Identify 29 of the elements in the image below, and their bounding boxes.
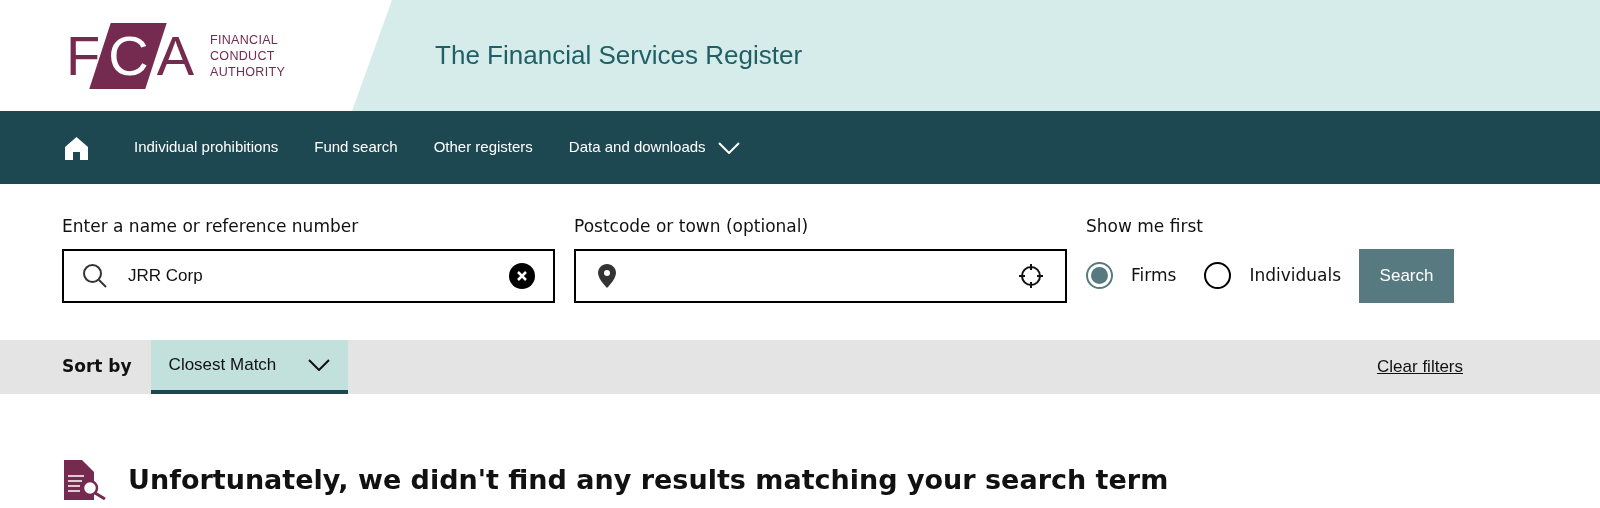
location-field[interactable] bbox=[574, 248, 1067, 303]
logo[interactable]: FCA FINANCIAL CONDUCT AUTHORITY bbox=[62, 22, 286, 89]
logo-wordmark: FINANCIAL CONDUCT AUTHORITY bbox=[210, 31, 286, 80]
nav-link[interactable]: Individual prohibitions bbox=[134, 136, 279, 159]
radio-button[interactable] bbox=[1086, 262, 1113, 289]
document-search-icon bbox=[64, 459, 108, 500]
radio-button[interactable] bbox=[1204, 262, 1232, 289]
clear-filters-link[interactable]: Clear filters bbox=[1377, 353, 1463, 380]
radio-option[interactable]: Individuals bbox=[1204, 262, 1342, 289]
radio-option[interactable]: Firms bbox=[1086, 262, 1177, 289]
home-icon[interactable] bbox=[64, 135, 89, 160]
field-label: Show me first bbox=[1086, 215, 1204, 238]
no-results-heading: Unfortunately, we didn't find any results matching your search term bbox=[128, 462, 1169, 497]
site-title: The Financial Services Register bbox=[435, 39, 803, 72]
field-label: Enter a name or reference number bbox=[62, 215, 360, 238]
sort-dropdown[interactable]: Closest Match bbox=[150, 339, 348, 394]
chevron-down-icon bbox=[717, 141, 740, 154]
name-search-field[interactable]: JRR Corp bbox=[62, 248, 555, 303]
field-label: Postcode or town (optional) bbox=[574, 215, 810, 238]
location-pin-icon bbox=[598, 263, 616, 288]
search-button[interactable]: Search bbox=[1359, 248, 1455, 303]
nav-link[interactable]: Data and downloads bbox=[568, 136, 740, 159]
chevron-down-icon bbox=[307, 358, 330, 371]
sort-label: Sort by bbox=[62, 354, 132, 378]
nav-link[interactable]: Other registers bbox=[433, 136, 533, 159]
nav-link[interactable]: Fund search bbox=[314, 136, 398, 159]
search-icon bbox=[82, 262, 108, 289]
crosshair-icon[interactable] bbox=[1019, 263, 1043, 288]
clear-icon[interactable] bbox=[509, 262, 535, 289]
